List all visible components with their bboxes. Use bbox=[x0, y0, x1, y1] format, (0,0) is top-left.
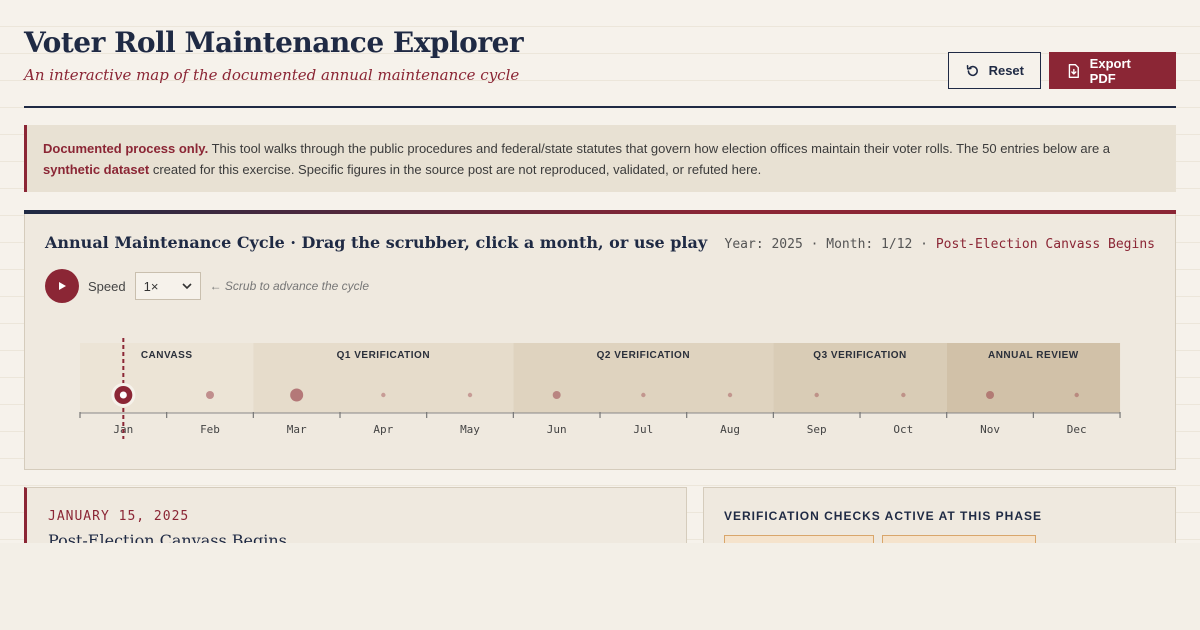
month-activity-dot[interactable] bbox=[1074, 392, 1079, 398]
month-label[interactable]: Jun bbox=[547, 423, 567, 436]
month-activity-dot[interactable] bbox=[381, 392, 386, 398]
event-date: JANUARY 15, 2025 bbox=[48, 509, 190, 524]
cycle-timeline[interactable]: CANVASS Q1 VERIFICATION Q2 VERIFICATION Q3 … bbox=[25, 211, 1175, 469]
month-label[interactable]: Jul bbox=[633, 423, 653, 436]
header-actions: Reset Export PDF bbox=[948, 52, 1176, 89]
phase-label: ANNUAL REVIEW bbox=[988, 350, 1079, 361]
month-label[interactable]: Nov bbox=[980, 423, 1000, 436]
month-activity-dot[interactable] bbox=[467, 392, 473, 398]
month-activity-dot[interactable] bbox=[641, 392, 646, 398]
page-header: Voter Roll Maintenance Explorer An inter… bbox=[24, 24, 1176, 108]
month-activity-dot[interactable] bbox=[814, 392, 819, 398]
event-title: Post-Election Canvass Begins bbox=[48, 531, 287, 543]
phase-label: Q3 VERIFICATION bbox=[813, 350, 906, 361]
notice-emphasis: synthetic dataset bbox=[43, 162, 150, 177]
month-label[interactable]: Apr bbox=[373, 423, 393, 436]
check-chip[interactable] bbox=[882, 535, 1036, 543]
month-label[interactable]: May bbox=[460, 423, 480, 436]
reset-icon bbox=[966, 64, 978, 76]
app-viewport: Voter Roll Maintenance Explorer An inter… bbox=[0, 0, 1200, 543]
cycle-panel: Annual Maintenance Cycle · Drag the scru… bbox=[24, 210, 1176, 470]
phase-label: Q2 VERIFICATION bbox=[597, 350, 690, 361]
phase-label: Q1 VERIFICATION bbox=[337, 350, 430, 361]
checks-title: VERIFICATION CHECKS ACTIVE AT THIS PHASE bbox=[724, 509, 1043, 523]
notice-text-2: created for this exercise. Specific figu… bbox=[149, 162, 762, 177]
notice-lead: Documented process only. bbox=[43, 141, 209, 156]
month-label[interactable]: Oct bbox=[893, 423, 913, 436]
month-label[interactable]: Feb bbox=[200, 423, 220, 436]
month-activity-dot[interactable] bbox=[206, 391, 215, 399]
verification-checks-card: VERIFICATION CHECKS ACTIVE AT THIS PHASE bbox=[703, 487, 1176, 543]
check-chip[interactable] bbox=[724, 535, 874, 543]
scrubber-center bbox=[119, 391, 127, 399]
month-activity-dot[interactable] bbox=[290, 388, 304, 402]
month-activity-dot[interactable] bbox=[727, 392, 733, 398]
month-label[interactable]: Aug bbox=[720, 423, 740, 436]
reset-label: Reset bbox=[988, 63, 1024, 78]
export-label: Export PDF bbox=[1089, 55, 1131, 86]
month-label[interactable]: Mar bbox=[287, 423, 307, 436]
event-detail-card: JANUARY 15, 2025 Post-Election Canvass B… bbox=[24, 487, 687, 543]
reset-button[interactable]: Reset bbox=[948, 52, 1041, 89]
file-download-icon bbox=[1068, 63, 1079, 78]
month-label[interactable]: Dec bbox=[1067, 423, 1087, 436]
phase-label: CANVASS bbox=[141, 350, 193, 361]
notice-text-1: This tool walks through the public proce… bbox=[208, 141, 1111, 156]
month-label[interactable]: Sep bbox=[807, 423, 827, 436]
month-activity-dot[interactable] bbox=[986, 391, 995, 399]
month-activity-dot[interactable] bbox=[901, 392, 906, 398]
month-activity-dot[interactable] bbox=[552, 391, 561, 399]
disclaimer-notice: Documented process only. This tool walks… bbox=[24, 125, 1176, 192]
export-pdf-button[interactable]: Export PDF bbox=[1049, 52, 1176, 89]
